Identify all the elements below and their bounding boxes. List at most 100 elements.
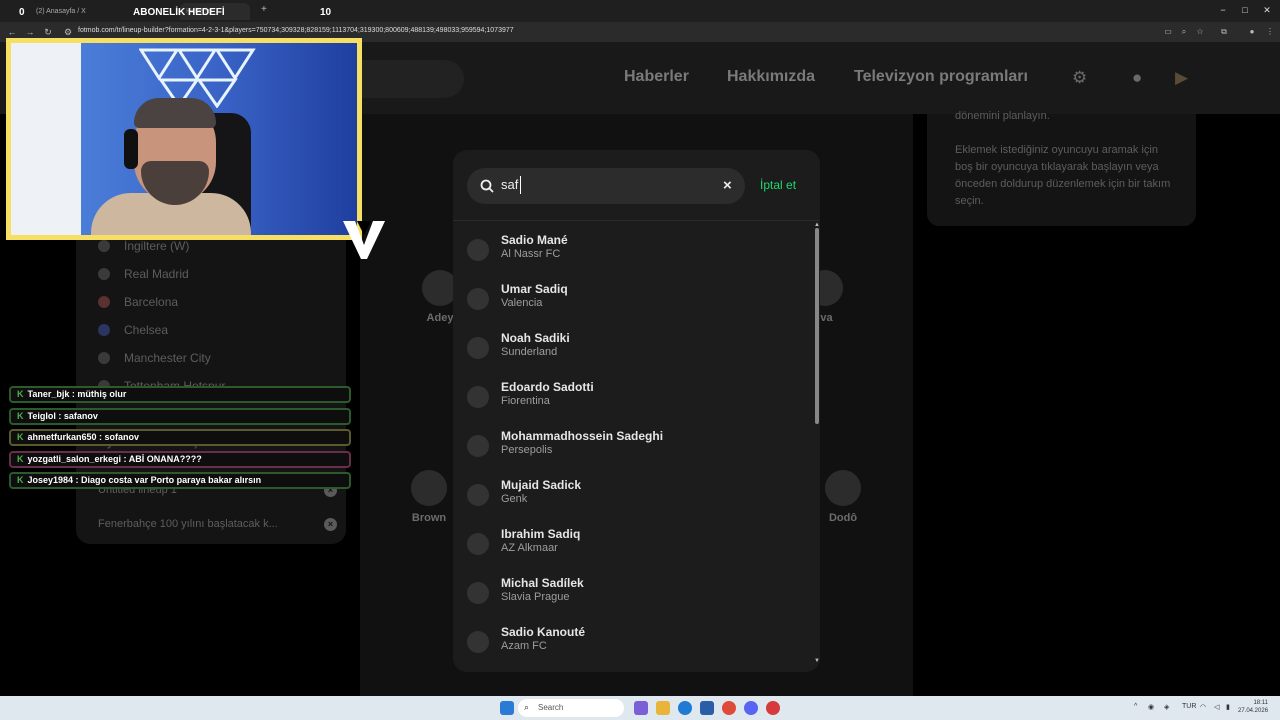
- player-name: Umar Sadiq: [501, 282, 568, 296]
- pitch-player[interactable]: Dodô: [813, 470, 873, 524]
- gear-icon[interactable]: ⚙: [1072, 68, 1087, 88]
- store-icon[interactable]: [700, 701, 714, 715]
- menu-icon[interactable]: ⋮: [1264, 26, 1276, 38]
- cast-icon[interactable]: ▭: [1162, 26, 1174, 38]
- chat-text: müthiş olur: [77, 389, 127, 399]
- chat-text: Diago costa var Porto paraya bakar alırs…: [81, 475, 262, 485]
- chrome-icon[interactable]: [722, 701, 736, 715]
- search-result-item[interactable]: Ibrahim Sadiq AZ Alkmaar: [453, 524, 813, 573]
- search-result-item[interactable]: Noah Sadiki Sunderland: [453, 328, 813, 377]
- tray-app-icon[interactable]: ◉: [1148, 703, 1154, 711]
- taskbar-clock[interactable]: 18:11 27.04.2026: [1238, 699, 1268, 715]
- team-item[interactable]: Manchester City: [98, 351, 211, 373]
- search-result-item[interactable]: Sadio Mané Al Nassr FC: [453, 230, 813, 279]
- tray-chevron-icon[interactable]: ^: [1134, 703, 1137, 710]
- team-item[interactable]: İngiltere (W): [98, 239, 189, 261]
- player-club: Azam FC: [501, 640, 547, 652]
- file-explorer-icon[interactable]: [656, 701, 670, 715]
- url-field[interactable]: fotmob.com/tr/lineup-builder?formation=4…: [78, 27, 514, 34]
- player-name: Ibrahim Sadiq: [501, 527, 581, 541]
- discord-icon[interactable]: [744, 701, 758, 715]
- search-result-item[interactable]: Michal Sadílek Slavia Prague: [453, 573, 813, 622]
- windows-start-icon[interactable]: [500, 701, 514, 715]
- player-name: Sadio Mané: [501, 233, 568, 247]
- maximize-button[interactable]: □: [1234, 3, 1256, 17]
- team-item[interactable]: Real Madrid: [98, 267, 189, 289]
- new-tab-button[interactable]: +: [261, 4, 267, 15]
- tray-app-icon[interactable]: ◈: [1164, 703, 1169, 711]
- apple-icon[interactable]: ●: [1132, 68, 1142, 88]
- battery-icon[interactable]: ▮: [1226, 703, 1230, 711]
- tab-title: (2) Anasayfa / X: [36, 8, 86, 15]
- chat-user: Teiglol: [27, 410, 56, 421]
- reload-icon[interactable]: ↻: [42, 26, 54, 38]
- webcam-curtain: [11, 43, 81, 235]
- google-play-icon[interactable]: ▶: [1175, 68, 1188, 88]
- player-avatar: [467, 435, 489, 457]
- chat-text: safanov: [63, 410, 98, 421]
- player-club: Genk: [501, 493, 528, 505]
- language-indicator[interactable]: TUR: [1182, 703, 1196, 710]
- search-result-item[interactable]: Edoardo Sadotti Fiorentina: [453, 377, 813, 426]
- player-avatar: [467, 582, 489, 604]
- team-label: Real Madrid: [124, 267, 189, 281]
- player-name: Dodô: [828, 512, 858, 524]
- chat-message: K Teiglol : safanov: [9, 407, 351, 425]
- scrollbar-thumb[interactable]: [815, 228, 819, 424]
- minimize-button[interactable]: −: [1212, 3, 1234, 17]
- clear-search-icon[interactable]: ×: [723, 177, 732, 194]
- extensions-icon[interactable]: ⧉: [1218, 26, 1230, 38]
- nav-link-about[interactable]: Hakkımızda: [727, 68, 815, 86]
- app-icon[interactable]: [766, 701, 780, 715]
- chat-badge-icon: K: [17, 389, 24, 399]
- chat-user: Taner_bjk: [27, 389, 70, 399]
- help-text: dönemini planlayın.: [955, 110, 1050, 122]
- search-result-item[interactable]: Mohammadhossein Sadeghi Persepolis: [453, 426, 813, 475]
- chat-user: ahmetfurkan650: [27, 432, 97, 442]
- player-name: Noah Sadiki: [501, 331, 570, 345]
- forward-icon[interactable]: →: [24, 26, 36, 38]
- nav-link-tv[interactable]: Televizyon programları: [854, 68, 1028, 86]
- webcam-overlay: [6, 38, 362, 240]
- back-icon[interactable]: ←: [6, 26, 18, 38]
- scroll-down-icon[interactable]: ▼: [814, 658, 820, 664]
- delete-icon[interactable]: ×: [324, 518, 337, 531]
- team-item[interactable]: Barcelona: [98, 295, 178, 317]
- taskbar-search[interactable]: Search: [518, 699, 624, 717]
- player-search-input[interactable]: saf ×: [467, 168, 745, 204]
- volume-icon[interactable]: ◁: [1214, 703, 1219, 711]
- player-name: Mohammadhossein Sadeghi: [501, 429, 664, 443]
- search-result-item[interactable]: Sadio Kanouté Azam FC: [453, 622, 813, 671]
- site-info-icon[interactable]: ⚙: [62, 26, 74, 38]
- chat-separator: :: [96, 432, 105, 442]
- help-text: Eklemek istediğiniz oyuncuyu aramak için…: [955, 144, 1171, 207]
- cancel-button[interactable]: İptal et: [760, 178, 796, 192]
- search-result-item[interactable]: Mujaid Sadick Genk: [453, 475, 813, 524]
- team-item[interactable]: Chelsea: [98, 323, 168, 345]
- bookmark-star-icon[interactable]: ☆: [1194, 26, 1206, 38]
- copilot-icon[interactable]: [634, 701, 648, 715]
- team-crest-icon: [98, 352, 110, 364]
- search-icon: ⌕: [524, 702, 530, 712]
- profile-icon[interactable]: ●: [1246, 26, 1258, 38]
- nav-link-news[interactable]: Haberler: [624, 68, 689, 86]
- player-club: Persepolis: [501, 444, 553, 456]
- browser-tab[interactable]: (2) Anasayfa / X: [30, 3, 120, 20]
- chat-message: Kahmetfurkan650 : sofanov: [9, 429, 351, 446]
- search-result-item[interactable]: Umar Sadiq Valencia: [453, 279, 813, 328]
- search-query: saf: [501, 177, 519, 192]
- close-window-button[interactable]: ✕: [1256, 3, 1278, 17]
- pitch-player[interactable]: Brown: [399, 470, 459, 524]
- player-avatar: [467, 533, 489, 555]
- chat-separator: :: [73, 475, 82, 485]
- divider: [453, 220, 820, 221]
- chat-text: sofanov: [104, 432, 140, 442]
- player-club: Sunderland: [501, 346, 558, 358]
- zoom-icon[interactable]: ⌕: [1178, 26, 1190, 38]
- headset-icon: [124, 129, 138, 169]
- player-search-modal: saf × İptal et Sadio Mané Al Nassr FC Umar…: [453, 150, 820, 672]
- subscription-goal-count: 10: [320, 7, 332, 18]
- edge-icon[interactable]: [678, 701, 692, 715]
- saved-lineup-item[interactable]: Fenerbahçe 100 yılını başlatacak k...: [98, 518, 278, 530]
- wifi-icon[interactable]: ◠: [1200, 703, 1206, 711]
